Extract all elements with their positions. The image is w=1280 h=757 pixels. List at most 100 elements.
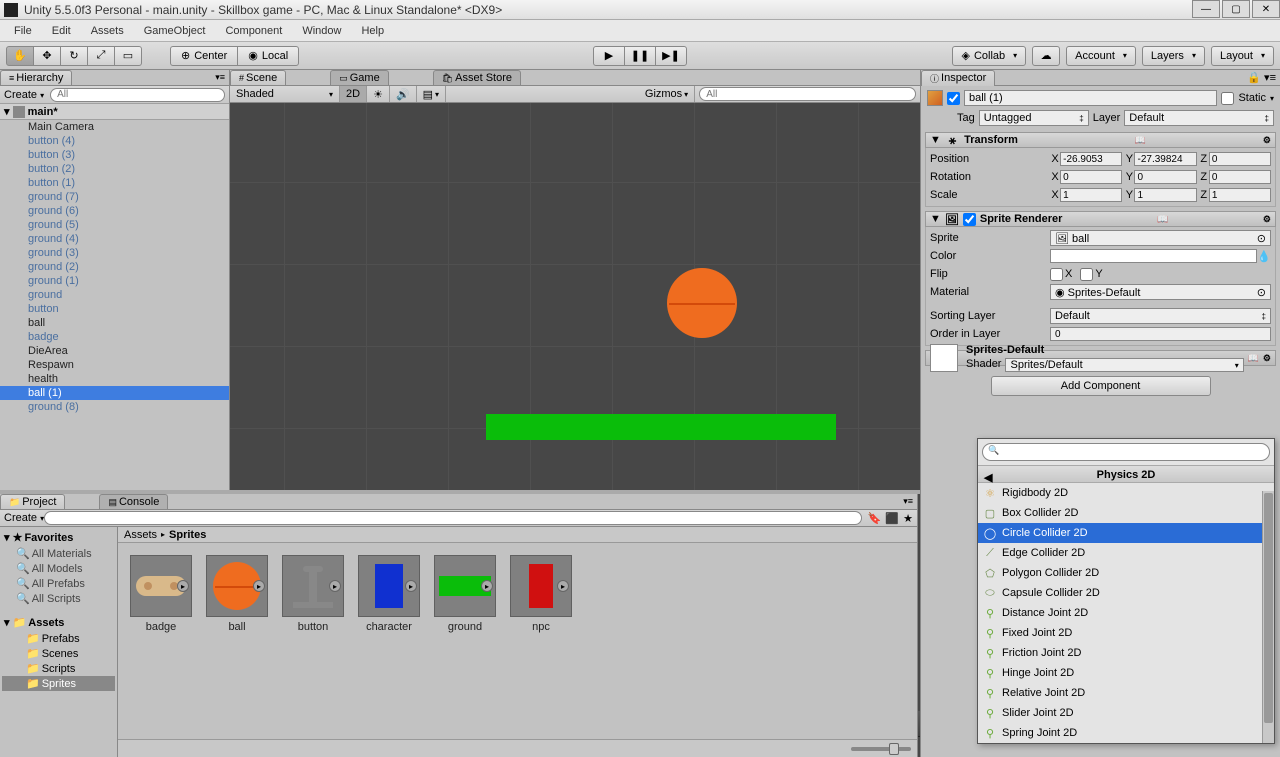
move-tool[interactable]: ✥ (33, 46, 61, 66)
color-picker[interactable]: 💧 (1257, 250, 1271, 263)
cloud-button[interactable]: ☁ (1032, 46, 1060, 66)
hierarchy-item[interactable]: button (1) (0, 176, 229, 190)
window-close[interactable]: ✕ (1252, 0, 1280, 18)
asset-expand-icon[interactable]: ▸ (329, 580, 341, 592)
pause-button[interactable]: ❚❚ (624, 46, 656, 66)
asset-expand-icon[interactable]: ▸ (405, 580, 417, 592)
asset-item[interactable]: ▸ball (206, 555, 268, 727)
active-checkbox[interactable] (947, 92, 960, 105)
hand-tool[interactable]: ✋ (6, 46, 34, 66)
tag-dropdown[interactable]: Untagged‡ (979, 110, 1089, 126)
step-button[interactable]: ▶❚ (655, 46, 687, 66)
asset-item[interactable]: ▸character (358, 555, 420, 727)
static-dropdown[interactable]: ▾ (1270, 94, 1274, 103)
asset-store-tab[interactable]: 🛍Asset Store (433, 70, 521, 85)
hierarchy-item[interactable]: ground (6) (0, 204, 229, 218)
asset-expand-icon[interactable]: ▸ (557, 580, 569, 592)
rect-tool[interactable]: ▭ (114, 46, 142, 66)
material-field[interactable]: ◉ Sprites-Default⊙ (1050, 284, 1271, 300)
assets-header[interactable]: ▾ 📁 Assets (2, 614, 115, 631)
asset-expand-icon[interactable]: ▸ (177, 580, 189, 592)
component-option[interactable]: ⚲Relative Joint 2D (978, 683, 1274, 703)
hierarchy-item[interactable]: ground (7) (0, 190, 229, 204)
project-search[interactable] (44, 511, 862, 525)
hierarchy-item[interactable]: Main Camera (0, 120, 229, 134)
sprite-field[interactable]: 🖼 ball⊙ (1050, 230, 1271, 246)
asset-zoom-slider[interactable] (851, 747, 911, 751)
menu-file[interactable]: File (4, 23, 42, 39)
asset-expand-icon[interactable]: ▸ (481, 580, 493, 592)
asset-item[interactable]: ▸badge (130, 555, 192, 727)
menu-edit[interactable]: Edit (42, 23, 81, 39)
asset-item[interactable]: ▸npc (510, 555, 572, 727)
rot-x[interactable] (1060, 170, 1122, 184)
add-component-button[interactable]: Add Component (991, 376, 1211, 396)
hierarchy-tab[interactable]: ≡Hierarchy (0, 70, 72, 85)
ground-sprite[interactable] (486, 414, 836, 440)
scene-row[interactable]: ▾ main* (0, 104, 229, 120)
hierarchy-item[interactable]: DieArea (0, 344, 229, 358)
scene-viewport[interactable] (230, 103, 920, 490)
rot-y[interactable] (1134, 170, 1196, 184)
audio-toggle[interactable]: 🔊 (390, 86, 417, 102)
menu-help[interactable]: Help (351, 23, 394, 39)
popup-back[interactable]: ◀ (984, 469, 992, 487)
component-option[interactable]: ⚲Slider Joint 2D (978, 703, 1274, 723)
material-header[interactable]: Sprites-Default ShaderSprites/Default▾ 📖… (925, 350, 1276, 366)
menu-gameobject[interactable]: GameObject (134, 23, 216, 39)
component-option[interactable]: ⬠Polygon Collider 2D (978, 563, 1274, 583)
favorites-header[interactable]: ▾ ★ Favorites (2, 529, 115, 546)
layout-dropdown[interactable]: Layout (1211, 46, 1274, 66)
breadcrumb-sprites[interactable]: Sprites (169, 529, 206, 541)
hierarchy-item[interactable]: button (2) (0, 162, 229, 176)
asset-item[interactable]: ▸ground (434, 555, 496, 727)
hierarchy-item[interactable]: Respawn (0, 358, 229, 372)
menu-window[interactable]: Window (292, 23, 351, 39)
asset-expand-icon[interactable]: ▸ (253, 580, 265, 592)
favorite-item[interactable]: 🔍 All Models (2, 561, 115, 576)
sorting-layer-dropdown[interactable]: Default‡ (1050, 308, 1271, 324)
project-tab[interactable]: 📁Project (0, 494, 65, 509)
folder-item[interactable]: 📁 Scripts (2, 661, 115, 676)
color-field[interactable] (1050, 249, 1257, 263)
component-option[interactable]: ⚲Friction Joint 2D (978, 643, 1274, 663)
transform-gear[interactable]: ⚙ (1263, 135, 1271, 146)
pos-y[interactable] (1134, 152, 1196, 166)
rotate-tool[interactable]: ↻ (60, 46, 88, 66)
transform-help[interactable]: 📖 (1135, 135, 1146, 146)
inspector-lock[interactable]: 🔒 ▾≡ (1247, 71, 1276, 84)
gizmos-dropdown[interactable]: Gizmos ▾ (639, 86, 695, 102)
breadcrumb-assets[interactable]: Assets (124, 529, 157, 541)
hierarchy-item[interactable]: ball (0, 316, 229, 330)
folder-item[interactable]: 📁 Prefabs (2, 631, 115, 646)
scale-tool[interactable]: ⤢ (87, 46, 115, 66)
component-option[interactable]: ⚛Rigidbody 2D (978, 483, 1274, 503)
hierarchy-item[interactable]: ground (0, 288, 229, 302)
filter-save[interactable]: ★ (903, 512, 913, 525)
component-option[interactable]: ⬭Capsule Collider 2D (978, 583, 1274, 603)
game-tab[interactable]: ▭Game (330, 70, 388, 85)
hierarchy-item[interactable]: button (4) (0, 134, 229, 148)
hierarchy-item[interactable]: button (0, 302, 229, 316)
inspector-tab[interactable]: ⓘInspector (921, 70, 995, 86)
favorite-item[interactable]: 🔍 All Prefabs (2, 576, 115, 591)
hierarchy-item[interactable]: health (0, 372, 229, 386)
hierarchy-item[interactable]: badge (0, 330, 229, 344)
menu-assets[interactable]: Assets (81, 23, 134, 39)
component-option[interactable]: ⟋Edge Collider 2D (978, 543, 1274, 563)
hierarchy-item[interactable]: ground (3) (0, 246, 229, 260)
scene-search[interactable] (699, 87, 916, 101)
hierarchy-item[interactable]: ball (1) (0, 386, 229, 400)
hierarchy-item[interactable]: button (3) (0, 148, 229, 162)
breadcrumb[interactable]: Assets ▸ Sprites (118, 527, 917, 543)
menu-component[interactable]: Component (215, 23, 292, 39)
component-option[interactable]: ⚲Fixed Joint 2D (978, 623, 1274, 643)
asset-item[interactable]: ▸button (282, 555, 344, 727)
component-option[interactable]: ⚲Hinge Joint 2D (978, 663, 1274, 683)
shading-mode[interactable]: Shaded▾ (230, 86, 340, 102)
hierarchy-item[interactable]: ground (5) (0, 218, 229, 232)
hierarchy-item[interactable]: ground (4) (0, 232, 229, 246)
2d-toggle[interactable]: 2D (340, 86, 367, 102)
flip-x[interactable] (1050, 268, 1063, 281)
pos-x[interactable] (1060, 152, 1122, 166)
